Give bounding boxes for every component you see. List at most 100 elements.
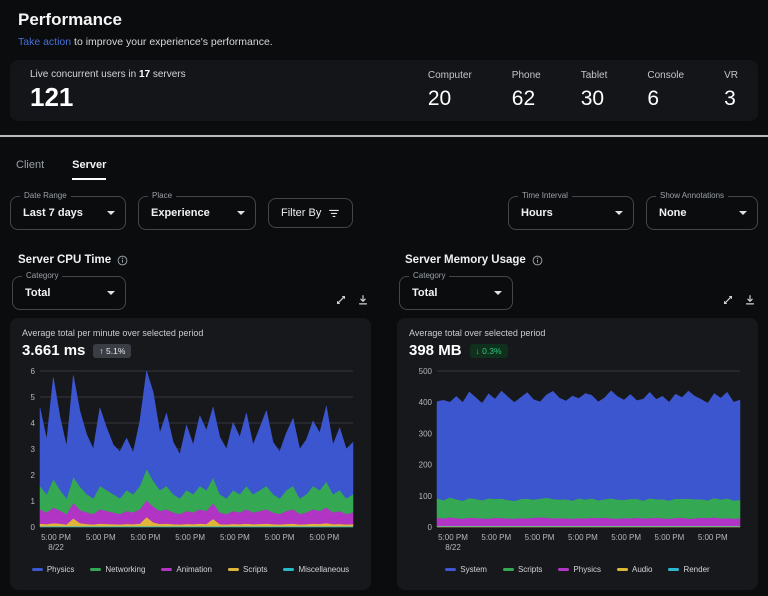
svg-text:0: 0 xyxy=(428,523,433,532)
memory-category-select[interactable]: Category Total xyxy=(399,276,513,310)
legend-label: Render xyxy=(683,565,709,574)
section-divider xyxy=(0,135,768,137)
legend-item[interactable]: Physics xyxy=(558,565,601,574)
legend-swatch xyxy=(283,568,294,571)
memory-stat-value: 398 MB xyxy=(409,342,462,359)
svg-text:5:00 PM: 5:00 PM xyxy=(438,533,468,542)
legend-label: Animation xyxy=(176,565,212,574)
legend-swatch xyxy=(617,568,628,571)
svg-text:5:00 PM: 5:00 PM xyxy=(86,533,116,542)
legend-label: Networking xyxy=(105,565,145,574)
device-stat-vr: VR 3 xyxy=(724,70,738,111)
subtitle-text: to improve your experience's performance… xyxy=(71,36,273,48)
filter-by-button[interactable]: Filter By xyxy=(268,198,353,228)
svg-text:6: 6 xyxy=(31,367,36,376)
legend-item[interactable]: System xyxy=(445,565,487,574)
device-stat-computer: Computer 20 xyxy=(428,70,472,111)
svg-text:5:00 PM: 5:00 PM xyxy=(175,533,205,542)
download-chart-icon[interactable] xyxy=(744,294,756,306)
legend-label: System xyxy=(460,565,487,574)
legend-swatch xyxy=(503,568,514,571)
svg-text:0: 0 xyxy=(31,523,36,532)
memory-chart-plot: 01002003004005005:00 PM8/225:00 PM5:00 P… xyxy=(409,363,746,559)
charts-section: Server CPU Time Category Total Average t xyxy=(10,254,758,590)
info-icon[interactable] xyxy=(117,255,128,266)
svg-text:5:00 PM: 5:00 PM xyxy=(41,533,71,542)
legend-swatch xyxy=(228,568,239,571)
expand-chart-icon[interactable] xyxy=(335,294,347,306)
cpu-stat-value: 3.661 ms xyxy=(22,342,85,359)
legend-label: Scripts xyxy=(243,565,267,574)
svg-text:5:00 PM: 5:00 PM xyxy=(525,533,555,542)
legend-item[interactable]: Audio xyxy=(617,565,652,574)
svg-text:300: 300 xyxy=(419,429,433,438)
date-range-select[interactable]: Date Range Last 7 days xyxy=(10,196,126,230)
page-header: Performance Take action to improve your … xyxy=(0,0,768,48)
svg-text:400: 400 xyxy=(419,398,433,407)
place-select[interactable]: Place Experience xyxy=(138,196,256,230)
tab-server[interactable]: Server xyxy=(72,159,106,180)
cpu-chart-legend: Physics Networking Animation Scripts Miscell… xyxy=(22,565,359,574)
download-chart-icon[interactable] xyxy=(357,294,369,306)
legend-swatch xyxy=(558,568,569,571)
page-title: Performance xyxy=(18,10,750,30)
chevron-down-icon xyxy=(615,211,623,215)
device-stat-tablet: Tablet 30 xyxy=(581,70,608,111)
chevron-down-icon xyxy=(107,211,115,215)
cpu-category-select[interactable]: Category Total xyxy=(12,276,126,310)
cpu-chart-plot: 01234565:00 PM8/225:00 PM5:00 PM5:00 PM5… xyxy=(22,363,359,559)
svg-text:5:00 PM: 5:00 PM xyxy=(698,533,728,542)
memory-stat-label: Average total over selected period xyxy=(409,328,746,338)
legend-item[interactable]: Render xyxy=(668,565,709,574)
legend-label: Miscellaneous xyxy=(298,565,349,574)
svg-text:5:00 PM: 5:00 PM xyxy=(220,533,250,542)
svg-text:5:00 PM: 5:00 PM xyxy=(568,533,598,542)
svg-text:5:00 PM: 5:00 PM xyxy=(655,533,685,542)
legend-item[interactable]: Networking xyxy=(90,565,145,574)
legend-item[interactable]: Physics xyxy=(32,565,75,574)
cpu-chart-title: Server CPU Time xyxy=(18,254,111,266)
svg-text:500: 500 xyxy=(419,367,433,376)
legend-item[interactable]: Animation xyxy=(161,565,212,574)
svg-text:2: 2 xyxy=(31,471,36,480)
cpu-chart-column: Server CPU Time Category Total Average t xyxy=(10,254,371,590)
expand-chart-icon[interactable] xyxy=(722,294,734,306)
show-annotations-select[interactable]: Show Annotations None xyxy=(646,196,758,230)
chevron-down-icon xyxy=(739,211,747,215)
memory-change-badge: ↓ 0.3% xyxy=(470,344,508,358)
legend-swatch xyxy=(90,568,101,571)
memory-chart-column: Server Memory Usage Category Total Avera xyxy=(397,254,758,590)
filters-bar: Date Range Last 7 days Place Experience … xyxy=(10,196,758,230)
cpu-stat-label: Average total per minute over selected p… xyxy=(22,328,359,338)
legend-label: Scripts xyxy=(518,565,542,574)
info-icon[interactable] xyxy=(532,255,543,266)
take-action-link[interactable]: Take action xyxy=(18,36,71,48)
tab-client[interactable]: Client xyxy=(16,159,44,180)
chevron-down-icon xyxy=(237,211,245,215)
svg-text:5:00 PM: 5:00 PM xyxy=(131,533,161,542)
svg-text:5: 5 xyxy=(31,393,36,402)
device-stat-phone: Phone 62 xyxy=(512,70,541,111)
cpu-chart-card: Average total per minute over selected p… xyxy=(10,318,371,590)
time-interval-select[interactable]: Time Interval Hours xyxy=(508,196,634,230)
svg-text:8/22: 8/22 xyxy=(445,543,461,552)
page-subtitle: Take action to improve your experience's… xyxy=(18,36,750,48)
legend-swatch xyxy=(161,568,172,571)
legend-swatch xyxy=(32,568,43,571)
device-stats: Computer 20 Phone 62 Tablet 30 Console 6… xyxy=(428,70,738,111)
chevron-down-icon xyxy=(494,291,502,295)
legend-label: Physics xyxy=(47,565,75,574)
svg-text:1: 1 xyxy=(31,497,36,506)
legend-item[interactable]: Scripts xyxy=(228,565,267,574)
svg-text:5:00 PM: 5:00 PM xyxy=(481,533,511,542)
legend-swatch xyxy=(668,568,679,571)
live-users-banner: Live concurrent users in 17 servers 121 … xyxy=(10,60,758,121)
legend-label: Audio xyxy=(632,565,652,574)
svg-text:5:00 PM: 5:00 PM xyxy=(309,533,339,542)
legend-item[interactable]: Miscellaneous xyxy=(283,565,349,574)
legend-swatch xyxy=(445,568,456,571)
svg-text:8/22: 8/22 xyxy=(48,543,64,552)
device-stat-console: Console 6 xyxy=(647,70,684,111)
legend-item[interactable]: Scripts xyxy=(503,565,542,574)
svg-text:200: 200 xyxy=(419,461,433,470)
